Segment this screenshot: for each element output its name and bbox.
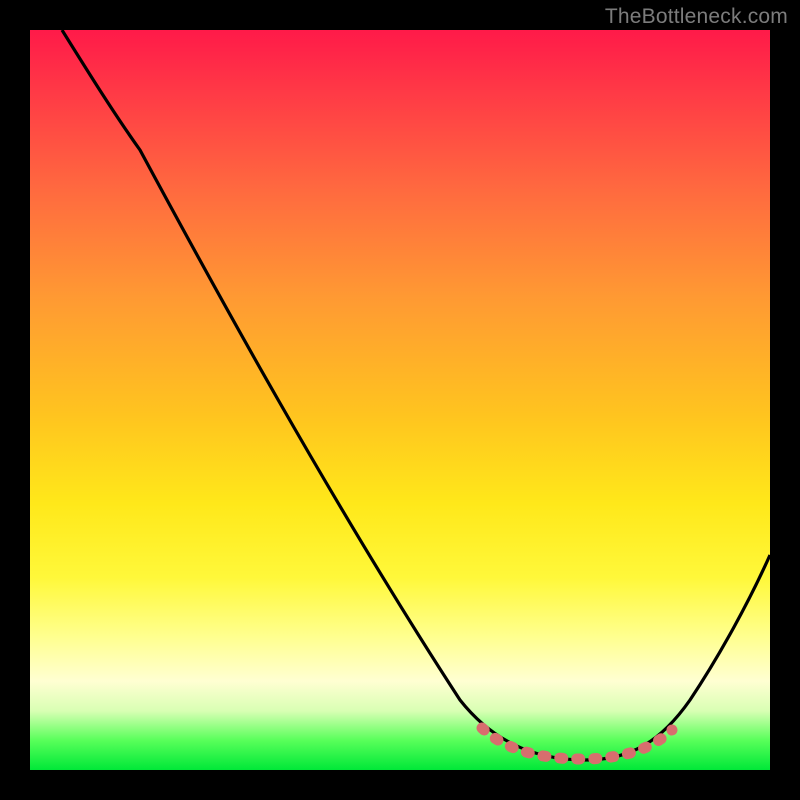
curve-layer [30, 30, 770, 770]
optimal-range-marker [482, 728, 672, 759]
chart-frame: TheBottleneck.com [0, 0, 800, 800]
watermark-text: TheBottleneck.com [605, 5, 788, 29]
bottleneck-curve [62, 30, 770, 760]
plot-area [30, 30, 770, 770]
